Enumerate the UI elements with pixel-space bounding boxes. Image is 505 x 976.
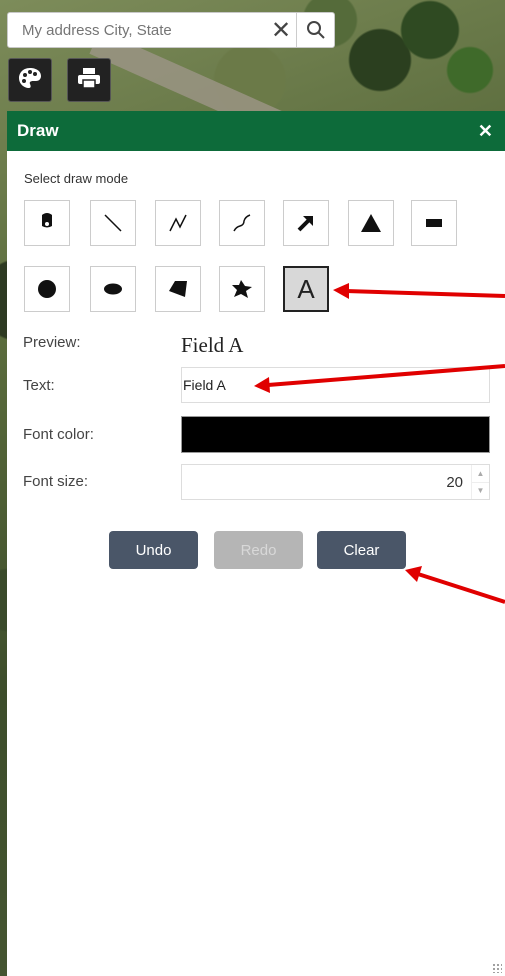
- resize-handle[interactable]: [492, 963, 502, 973]
- chevron-up-icon[interactable]: ▲: [472, 465, 489, 483]
- print-button[interactable]: [67, 58, 111, 102]
- draw-mode-polygon[interactable]: [155, 266, 201, 312]
- draw-mode-circle[interactable]: [24, 266, 70, 312]
- search-icon[interactable]: [296, 13, 334, 47]
- point-icon: [42, 213, 52, 228]
- rectangle-icon: [426, 219, 442, 227]
- freehand-polygon-icon: [232, 280, 252, 298]
- line-icon: [104, 214, 122, 232]
- font-color-label: Font color:: [23, 426, 94, 443]
- font-color-picker[interactable]: [181, 416, 490, 453]
- draw-mode-freehand-polygon[interactable]: [219, 266, 265, 312]
- draw-mode-line[interactable]: [90, 200, 136, 246]
- font-size-stepper: ▲ ▼: [181, 464, 490, 500]
- ellipse-icon: [104, 283, 122, 295]
- draw-panel: Draw ✕ Select draw mode A Preview: Field…: [7, 111, 505, 976]
- search-input[interactable]: [8, 13, 266, 47]
- draw-mode-ellipse[interactable]: [90, 266, 136, 312]
- text-field[interactable]: [181, 367, 490, 403]
- triangle-icon: [361, 214, 381, 232]
- draw-mode-arrow[interactable]: [283, 200, 329, 246]
- panel-title: Draw: [17, 121, 59, 140]
- printer-icon: [77, 67, 101, 94]
- polygon-icon: [169, 281, 187, 297]
- freehand-line-icon: [233, 214, 251, 232]
- undo-button[interactable]: Undo: [109, 531, 198, 569]
- close-icon[interactable]: ✕: [478, 121, 493, 142]
- palette-icon: [17, 66, 43, 95]
- draw-mode-freehand-polyline[interactable]: [219, 200, 265, 246]
- chevron-down-icon[interactable]: ▼: [472, 483, 489, 500]
- arrow-icon: [297, 216, 313, 232]
- font-size-spinner: ▲ ▼: [471, 465, 489, 499]
- address-search: ✕: [7, 12, 335, 48]
- draw-mode-rectangle[interactable]: [411, 200, 457, 246]
- draw-mode-triangle[interactable]: [348, 200, 394, 246]
- text-label: Text:: [23, 377, 55, 394]
- preview-text: Field A: [181, 333, 244, 357]
- redo-button: Redo: [214, 531, 303, 569]
- draw-panel-header: Draw ✕: [7, 111, 505, 151]
- preview-label: Preview:: [23, 334, 81, 351]
- draw-mode-text[interactable]: A: [283, 266, 329, 312]
- polyline-icon: [169, 214, 187, 232]
- palette-button[interactable]: [8, 58, 52, 102]
- font-size-label: Font size:: [23, 473, 89, 490]
- draw-mode-point[interactable]: [24, 200, 70, 246]
- close-icon[interactable]: ✕: [266, 13, 296, 47]
- draw-mode-polyline[interactable]: [155, 200, 201, 246]
- font-size-input[interactable]: [182, 465, 471, 499]
- circle-icon: [38, 280, 56, 298]
- clear-button[interactable]: Clear: [317, 531, 406, 569]
- text-icon: A: [297, 273, 315, 304]
- draw-mode-label: Select draw mode: [24, 171, 129, 186]
